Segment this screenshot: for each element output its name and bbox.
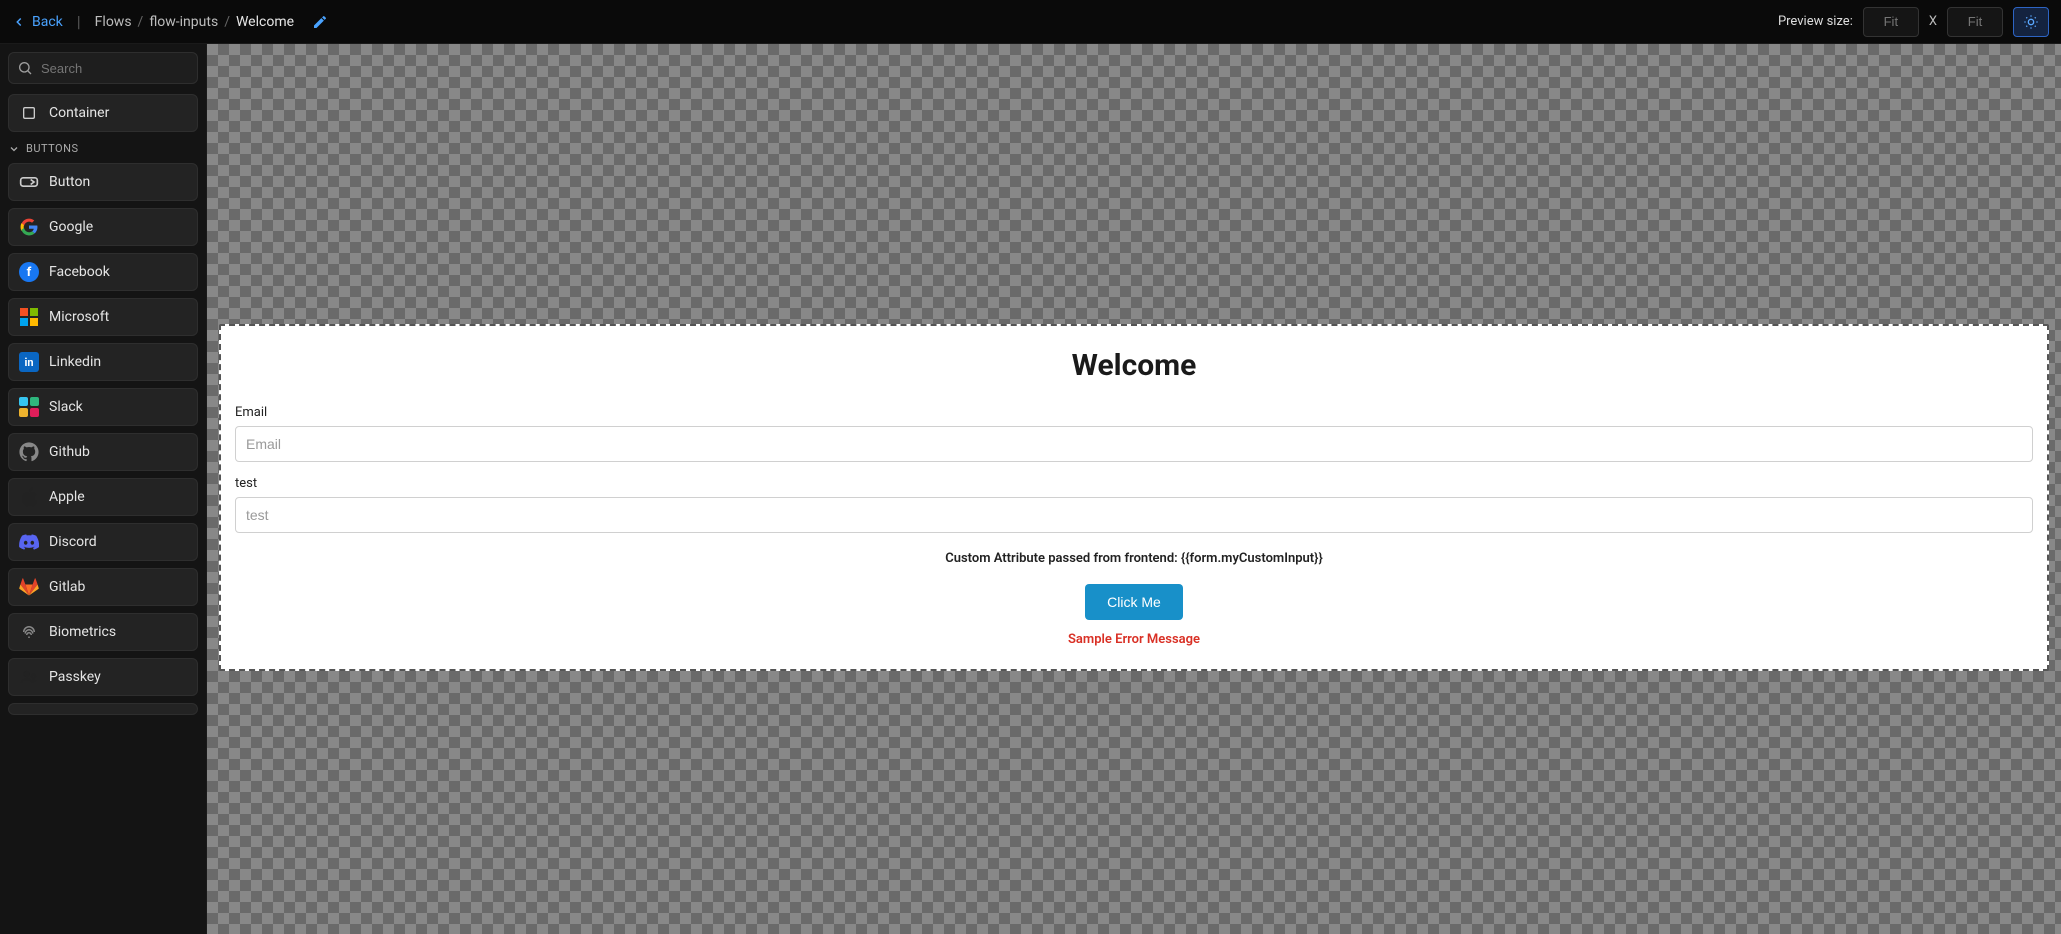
canvas[interactable]: Welcome Email test Custom Attribute pass… [207, 44, 2061, 934]
sidebar: Container BUTTONS Button Google f Facebo… [0, 44, 207, 934]
field-label: Email [235, 405, 2033, 420]
slack-icon [19, 397, 39, 417]
sidebar-item-label: Slack [49, 399, 83, 415]
sidebar-item-partial[interactable] [8, 703, 198, 715]
sidebar-item-label: Discord [49, 534, 97, 550]
buttons-section-header[interactable]: BUTTONS [8, 142, 198, 155]
sidebar-item-linkedin[interactable]: in Linkedin [8, 343, 198, 381]
sun-icon [2023, 14, 2039, 30]
test-input[interactable] [235, 497, 2033, 533]
field-test: test [235, 476, 2033, 533]
theme-toggle-button[interactable] [2013, 7, 2049, 37]
discord-icon [19, 532, 39, 552]
sidebar-item-label: Google [49, 219, 93, 235]
back-button[interactable]: Back [12, 14, 63, 30]
divider: | [77, 12, 81, 31]
breadcrumb-item[interactable]: Flows [95, 14, 132, 30]
facebook-icon: f [19, 262, 39, 282]
sidebar-item-label: Button [49, 174, 90, 190]
search-icon [17, 60, 33, 76]
sidebar-item-button[interactable]: Button [8, 163, 198, 201]
chevron-down-icon [8, 143, 20, 155]
error-message: Sample Error Message [235, 632, 2033, 647]
field-email: Email [235, 405, 2033, 462]
preview-x-label: X [1929, 14, 1937, 29]
sidebar-item-label: Passkey [49, 669, 101, 685]
breadcrumb-separator: / [138, 14, 144, 30]
page-title: Welcome [235, 348, 2033, 383]
sidebar-item-label: Linkedin [49, 354, 101, 370]
page-card[interactable]: Welcome Email test Custom Attribute pass… [219, 324, 2049, 671]
click-me-button[interactable]: Click Me [1085, 584, 1183, 620]
sidebar-item-apple[interactable]: Apple [8, 478, 198, 516]
section-label: BUTTONS [26, 142, 79, 155]
sidebar-item-biometrics[interactable]: Biometrics [8, 613, 198, 651]
search-input[interactable] [8, 52, 198, 84]
passkey-icon [19, 667, 39, 687]
preview-width-input[interactable] [1863, 7, 1919, 37]
breadcrumb-current: Welcome [236, 14, 294, 30]
field-label: test [235, 476, 2033, 491]
linkedin-icon: in [19, 352, 39, 372]
sidebar-item-label: Gitlab [49, 579, 85, 595]
sidebar-item-label: Apple [49, 489, 85, 505]
sidebar-item-label: Facebook [49, 264, 110, 280]
biometrics-icon [19, 622, 39, 642]
sidebar-item-gitlab[interactable]: Gitlab [8, 568, 198, 606]
container-icon [19, 103, 39, 123]
sidebar-item-github[interactable]: Github [8, 433, 198, 471]
sidebar-item-label: Github [49, 444, 90, 460]
github-icon [19, 442, 39, 462]
topbar: Back | Flows / flow-inputs / Welcome Pre… [0, 0, 2061, 44]
sidebar-item-label: Microsoft [49, 309, 109, 325]
email-input[interactable] [235, 426, 2033, 462]
sidebar-item-slack[interactable]: Slack [8, 388, 198, 426]
sidebar-item-discord[interactable]: Discord [8, 523, 198, 561]
sidebar-item-facebook[interactable]: f Facebook [8, 253, 198, 291]
edit-icon[interactable] [312, 14, 328, 30]
preview-size-label: Preview size: [1778, 14, 1853, 29]
sidebar-item-label: Biometrics [49, 624, 116, 640]
breadcrumb-separator: / [224, 14, 230, 30]
sidebar-item-microsoft[interactable]: Microsoft [8, 298, 198, 336]
back-label: Back [32, 14, 63, 30]
button-icon [19, 172, 39, 192]
preview-height-input[interactable] [1947, 7, 2003, 37]
custom-attribute-text: Custom Attribute passed from frontend: {… [235, 551, 2033, 566]
breadcrumb-item[interactable]: flow-inputs [149, 14, 218, 30]
sidebar-item-google[interactable]: Google [8, 208, 198, 246]
gitlab-icon [19, 577, 39, 597]
sidebar-item-container[interactable]: Container [8, 94, 198, 132]
apple-icon [19, 487, 39, 507]
microsoft-icon [19, 307, 39, 327]
google-icon [19, 217, 39, 237]
arrow-left-icon [12, 15, 26, 29]
breadcrumb: Flows / flow-inputs / Welcome [95, 14, 294, 30]
sidebar-item-passkey[interactable]: Passkey [8, 658, 198, 696]
sidebar-item-label: Container [49, 105, 109, 121]
